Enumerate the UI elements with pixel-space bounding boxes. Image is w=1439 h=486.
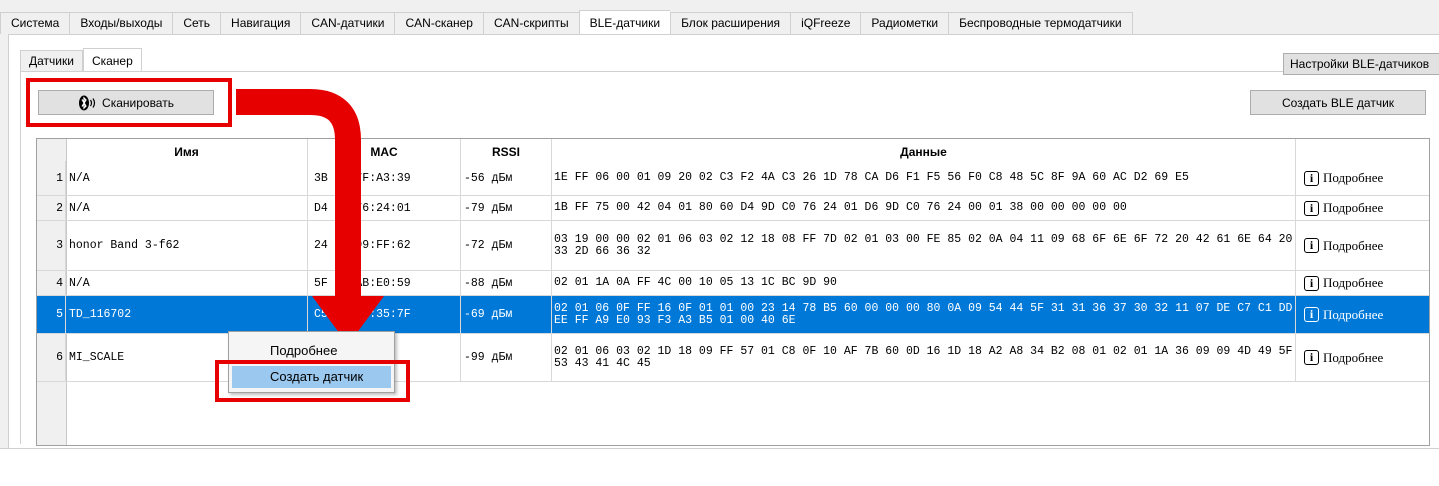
scan-highlight-box <box>26 78 232 127</box>
window-bottom-border <box>0 448 1439 449</box>
create-highlight-box <box>215 360 410 402</box>
context-menu-more[interactable]: Подробнее <box>232 340 391 362</box>
red-arrow-annotation <box>236 89 384 345</box>
